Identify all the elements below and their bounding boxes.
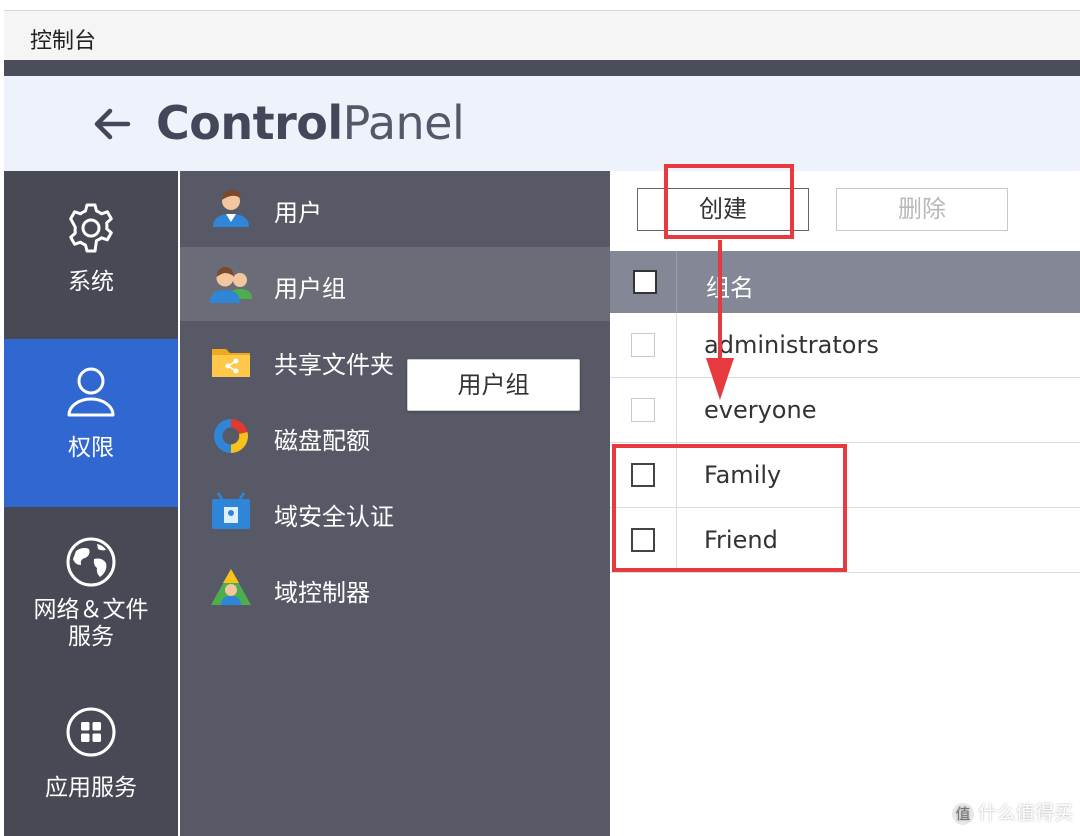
watermark: 值什么值得买 bbox=[952, 798, 1073, 825]
subnav-item-label: 用户组 bbox=[274, 275, 346, 303]
subnav-item-user-groups[interactable]: 用户组 bbox=[180, 247, 610, 321]
annotation-highlight-new-groups bbox=[612, 444, 847, 572]
rail-item-permissions[interactable]: 权限 bbox=[4, 339, 178, 507]
subnav-item-label: 域安全认证 bbox=[274, 503, 394, 531]
back-arrow-icon[interactable] bbox=[88, 100, 136, 148]
page-title: ControlPanel bbox=[156, 96, 465, 150]
column-divider bbox=[676, 378, 677, 442]
subnav-item-label: 域控制器 bbox=[274, 579, 370, 607]
category-rail: 系统 权限 网络＆文件 服务 应用服务 bbox=[4, 171, 178, 836]
annotation-highlight-create bbox=[664, 164, 794, 239]
user-group-icon bbox=[210, 267, 252, 303]
watermark-logo-icon: 值 bbox=[952, 802, 974, 825]
column-divider bbox=[676, 251, 677, 313]
domain-security-icon bbox=[212, 492, 250, 529]
rail-item-label-line2: 服务 bbox=[68, 624, 114, 650]
row-checkbox[interactable] bbox=[631, 398, 655, 422]
window-title-bar: 控制台 bbox=[4, 10, 1080, 60]
delete-button[interactable]: 删除 bbox=[836, 188, 1008, 231]
grid-icon bbox=[66, 707, 116, 757]
subnav-item-label: 共享文件夹 bbox=[274, 351, 394, 379]
annotation-arrow-icon bbox=[706, 240, 734, 400]
rail-item-label: 应用服务 bbox=[45, 775, 137, 801]
window-title: 控制台 bbox=[30, 29, 97, 54]
sub-navigation: 用户 用户组 共享文件夹 磁盘配额 域安全认证 域控制器 bbox=[180, 171, 610, 836]
watermark-text: 什么值得买 bbox=[978, 802, 1074, 824]
globe-icon bbox=[66, 537, 116, 587]
rail-item-label: 权限 bbox=[68, 435, 114, 461]
select-all-checkbox[interactable] bbox=[633, 270, 657, 294]
shared-folder-icon bbox=[212, 349, 250, 377]
subnav-item-domain-security[interactable]: 域安全认证 bbox=[180, 475, 610, 549]
rail-item-app-services[interactable]: 应用服务 bbox=[4, 675, 178, 836]
subnav-item-label: 磁盘配额 bbox=[274, 427, 370, 455]
rail-item-label: 系统 bbox=[68, 269, 114, 295]
user-avatar-icon bbox=[213, 190, 249, 227]
user-icon bbox=[67, 367, 115, 417]
rail-item-label-line1: 网络＆文件 bbox=[33, 597, 149, 623]
table-row[interactable]: everyone bbox=[610, 378, 1080, 443]
page-title-normal: Panel bbox=[342, 96, 465, 150]
row-checkbox[interactable] bbox=[631, 333, 655, 357]
disk-quota-icon bbox=[214, 419, 248, 453]
domain-controller-icon bbox=[211, 569, 251, 605]
title-strip bbox=[4, 60, 1080, 76]
page-title-bold: Control bbox=[156, 96, 343, 150]
subnav-item-users[interactable]: 用户 bbox=[180, 171, 610, 245]
column-divider bbox=[676, 313, 677, 377]
page-header: ControlPanel bbox=[4, 76, 1080, 171]
tooltip: 用户组 bbox=[407, 359, 580, 411]
rail-item-network-file-services[interactable]: 网络＆文件 服务 bbox=[4, 507, 178, 675]
rail-item-system[interactable]: 系统 bbox=[4, 171, 178, 339]
table-row[interactable]: administrators bbox=[610, 313, 1080, 378]
gear-icon bbox=[69, 203, 113, 253]
subnav-item-label: 用户 bbox=[274, 199, 322, 227]
subnav-item-domain-controller[interactable]: 域控制器 bbox=[180, 551, 610, 625]
table-header: 组名 bbox=[610, 251, 1080, 313]
